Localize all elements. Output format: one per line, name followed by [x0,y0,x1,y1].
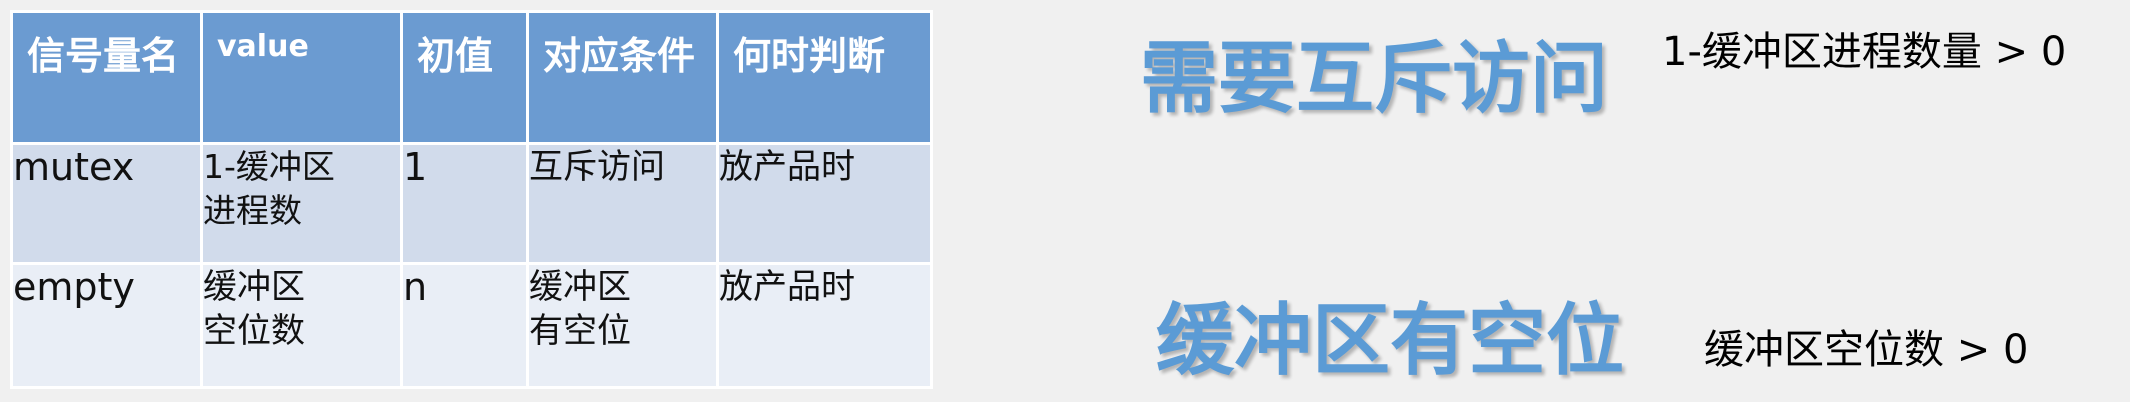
cell-when: 放产品时 [716,142,933,265]
cell-condition: 互斥访问 [526,142,719,265]
table-row: empty 缓冲区 空位数 n 缓冲区 有空位 放产品时 [10,262,933,389]
cell-value: 缓冲区 空位数 [200,262,403,389]
heading-mutex-condition: 需要互斥访问 [1140,34,1609,124]
header-initial-value: 初值 [400,10,529,145]
cell-condition: 缓冲区 有空位 [526,262,719,389]
cell-condition-line1: 缓冲区 [529,267,631,307]
cell-value-line2: 进程数 [203,191,302,230]
table-row: mutex 1-缓冲区 进程数 1 互斥访问 放产品时 [10,142,933,265]
header-condition: 对应条件 [526,10,719,145]
heading-empty-condition: 缓冲区有空位 [1156,296,1625,386]
header-value: value [200,10,403,145]
cell-value: 1-缓冲区 进程数 [200,142,403,265]
formula-empty: 缓冲区空位数 > 0 [1704,327,2029,373]
cell-name: empty [10,262,203,389]
header-semaphore-name: 信号量名 [10,10,203,145]
header-when-check: 何时判断 [716,10,933,145]
formula-mutex: 1-缓冲区进程数量 > 0 [1662,29,2067,75]
semaphore-table: 信号量名 value 初值 对应条件 何时判断 mutex 1-缓冲区 进程数 … [10,10,933,389]
cell-when: 放产品时 [716,262,933,389]
cell-name: mutex [10,142,203,265]
cell-initial: n [400,262,529,389]
cell-condition-line2: 有空位 [529,311,631,351]
cell-value-line2: 空位数 [203,311,305,351]
cell-initial: 1 [400,142,529,265]
table-header-row: 信号量名 value 初值 对应条件 何时判断 [10,10,933,145]
cell-value-line1: 缓冲区 [203,267,305,307]
cell-condition-line1: 互斥访问 [529,147,665,187]
cell-value-line1: 1-缓冲区 [203,147,335,186]
